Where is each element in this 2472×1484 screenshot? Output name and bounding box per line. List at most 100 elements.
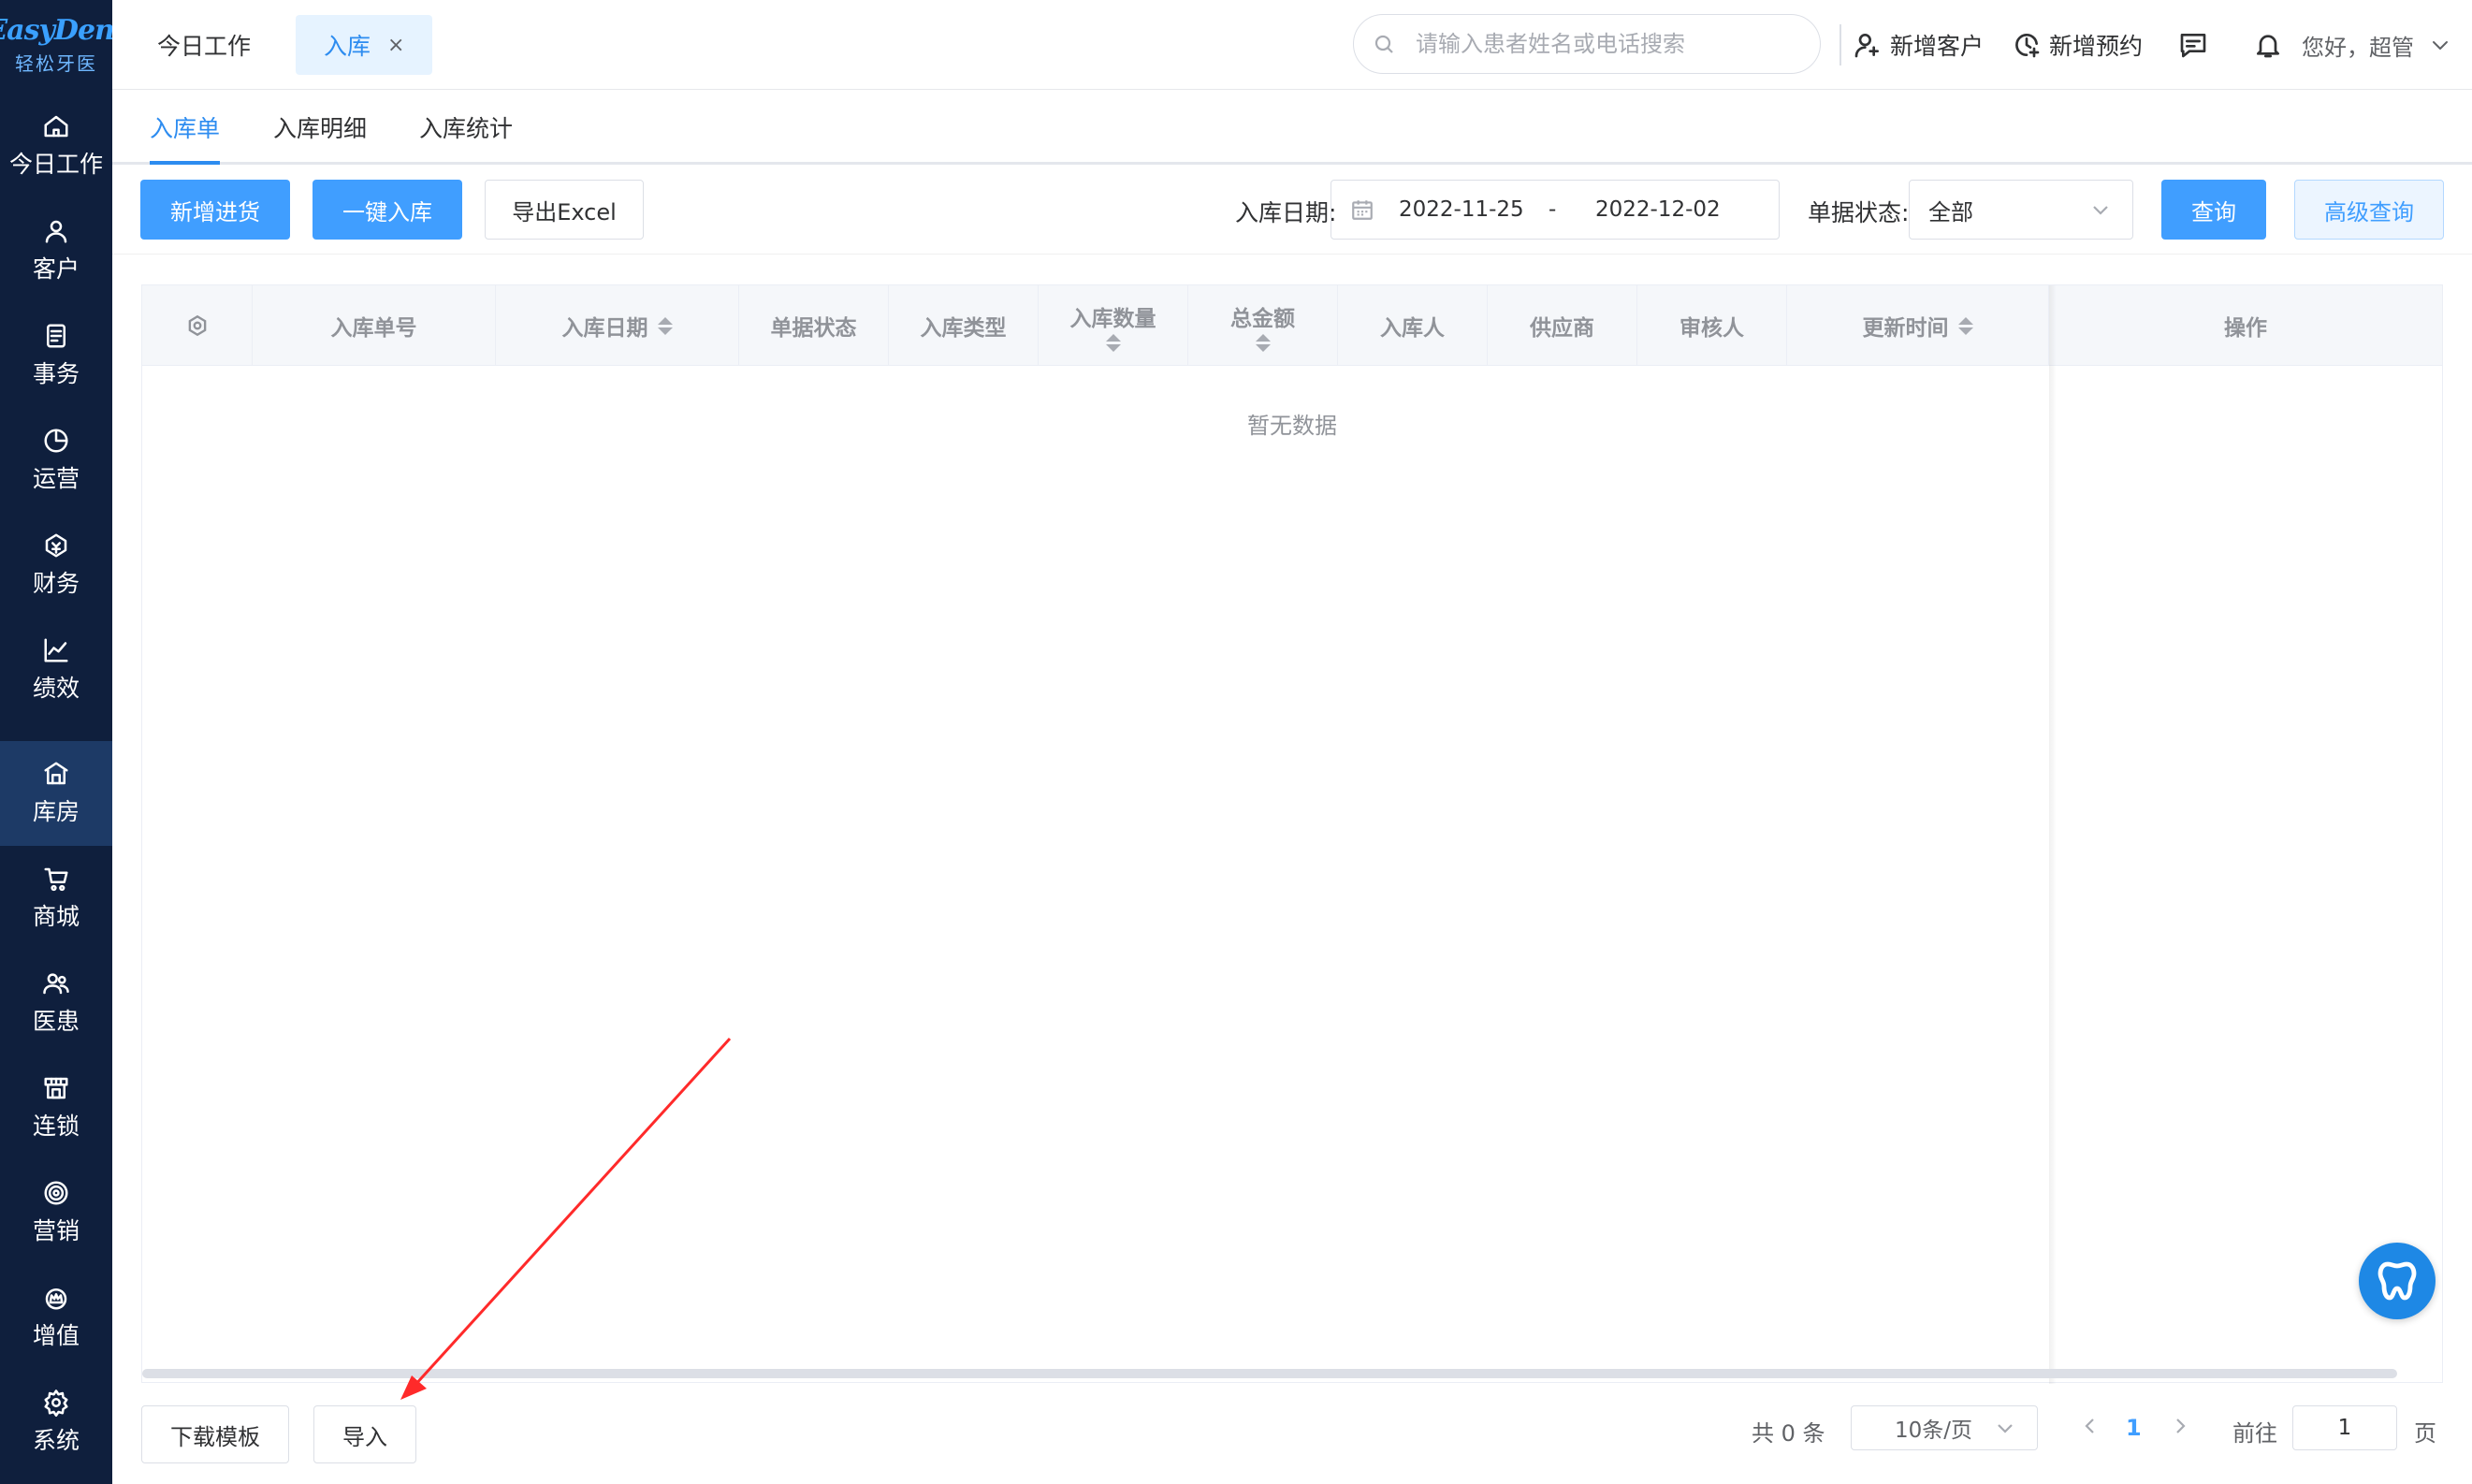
subtab-stock-in-detail[interactable]: 入库明细 bbox=[273, 110, 367, 144]
floating-assistant-button[interactable] bbox=[2359, 1243, 2436, 1319]
people-icon bbox=[43, 973, 69, 995]
notification-button[interactable] bbox=[2253, 22, 2283, 67]
sidebar-item-doctor-patient[interactable]: 医患 bbox=[0, 951, 112, 1055]
home-icon bbox=[44, 115, 68, 138]
sidebar-item-performance[interactable]: 绩效 bbox=[0, 618, 112, 722]
sidebar-item-label: 今日工作 bbox=[8, 151, 103, 178]
search-icon bbox=[1374, 35, 1393, 53]
add-clock-icon bbox=[2015, 34, 2040, 58]
empty-text: 暂无数据 bbox=[1247, 413, 1337, 439]
logo-main: EasyDent bbox=[0, 14, 127, 47]
target-icon bbox=[44, 1181, 68, 1205]
logo-sub: 轻松牙医 bbox=[15, 52, 97, 75]
chevron-down-icon bbox=[1998, 1424, 2013, 1433]
subtab-stock-in-stats[interactable]: 入库统计 bbox=[419, 110, 513, 144]
sidebar-item-label: 财务 bbox=[32, 570, 80, 597]
column-header: 操作 bbox=[2224, 316, 2267, 341]
one-click-stock-in-button[interactable]: 一键入库 bbox=[313, 180, 462, 240]
goto-page-input[interactable] bbox=[2292, 1405, 2397, 1450]
download-template-button[interactable]: 下载模板 bbox=[141, 1405, 289, 1463]
column-header-sortable[interactable]: 更新时间 bbox=[1787, 285, 2049, 366]
sidebar-item-label: 营销 bbox=[32, 1217, 80, 1244]
sidebar-item-chain[interactable]: 连锁 bbox=[0, 1055, 112, 1160]
close-icon[interactable]: × bbox=[387, 34, 404, 57]
sidebar-item-label: 事务 bbox=[32, 360, 80, 387]
sidebar-item-label: 运营 bbox=[32, 465, 80, 492]
date-end[interactable]: 2022-12-02 bbox=[1595, 197, 1721, 222]
import-button[interactable]: 导入 bbox=[313, 1405, 416, 1463]
store-icon bbox=[44, 1077, 68, 1099]
date-range-picker[interactable]: 2022-11-25 - 2022-12-02 bbox=[1331, 180, 1780, 240]
sort-icon[interactable] bbox=[1105, 333, 1121, 352]
sidebar-item-value-added[interactable]: 增值 bbox=[0, 1265, 112, 1370]
table-header: 入库单号 入库日期 单据状态 入库类型 入库数量 总金额 入库人 供应商 审核人… bbox=[142, 285, 2442, 366]
export-excel-button[interactable]: 导出Excel bbox=[485, 180, 644, 240]
advanced-query-button[interactable]: 高级查询 bbox=[2294, 180, 2444, 240]
status-select[interactable]: 全部 bbox=[1909, 180, 2133, 240]
status-label: 单据状态: bbox=[1808, 199, 1910, 226]
column-header: 入库人 bbox=[1338, 285, 1488, 366]
add-customer-button[interactable]: 新增客户 bbox=[1853, 22, 1984, 67]
date-separator: - bbox=[1549, 197, 1557, 222]
add-customer-label: 新增客户 bbox=[1890, 33, 1985, 60]
sort-icon[interactable] bbox=[1957, 316, 1973, 335]
column-header: 审核人 bbox=[1637, 285, 1787, 366]
add-appointment-button[interactable]: 新增预约 bbox=[2012, 22, 2143, 67]
sidebar-item-marketing[interactable]: 营销 bbox=[0, 1160, 112, 1265]
page-size-select[interactable]: 10条/页 bbox=[1851, 1405, 2038, 1450]
user-icon bbox=[45, 220, 67, 243]
sidebar-item-finance[interactable]: 财务 bbox=[0, 513, 112, 618]
pie-chart-icon bbox=[44, 429, 68, 453]
sidebar-item-label: 医患 bbox=[32, 1008, 80, 1035]
top-bar: 今日工作 入库 × 新增客户 新增预约 您好，超管 bbox=[112, 0, 2472, 90]
next-page-icon[interactable] bbox=[2169, 1415, 2191, 1437]
tab-label: 入库 bbox=[324, 33, 371, 60]
sidebar-item-system[interactable]: 系统 bbox=[0, 1370, 112, 1475]
message-button[interactable] bbox=[2178, 22, 2208, 67]
sidebar-item-label: 增值 bbox=[32, 1322, 80, 1349]
bell-icon bbox=[2257, 35, 2279, 58]
horizontal-scrollbar[interactable] bbox=[142, 1369, 2397, 1378]
subtab-stock-in-order[interactable]: 入库单 bbox=[150, 110, 221, 165]
date-label: 入库日期: bbox=[1235, 199, 1337, 226]
goto-label: 前往 bbox=[2232, 1420, 2277, 1447]
patient-search[interactable] bbox=[1353, 14, 1821, 74]
user-greeting: 您好，超管 bbox=[2302, 34, 2414, 61]
sidebar-item-label: 商城 bbox=[32, 903, 80, 930]
column-header-sortable[interactable]: 入库日期 bbox=[496, 285, 739, 366]
settings-icon bbox=[188, 314, 206, 337]
brand-logo[interactable]: EasyDent 轻松牙医 bbox=[0, 0, 127, 90]
sidebar: EasyDent 轻松牙医 今日工作 客户 事务 运营 财务 绩效 库房 商城 … bbox=[0, 0, 127, 1484]
status-value: 全部 bbox=[1928, 198, 1973, 226]
current-page[interactable]: 1 bbox=[2126, 1415, 2142, 1441]
message-icon bbox=[2180, 34, 2206, 58]
column-header: 供应商 bbox=[1488, 285, 1637, 366]
search-input[interactable] bbox=[1416, 31, 1809, 57]
column-header-sortable[interactable]: 入库数量 bbox=[1039, 285, 1188, 366]
sidebar-item-operations[interactable]: 运营 bbox=[0, 408, 112, 513]
column-settings[interactable] bbox=[142, 285, 253, 366]
new-purchase-button[interactable]: 新增进货 bbox=[140, 180, 290, 240]
sidebar-item-label: 客户 bbox=[32, 255, 80, 283]
sort-icon[interactable] bbox=[657, 316, 673, 335]
total-count: 共 0 条 bbox=[1752, 1420, 1825, 1447]
sidebar-item-warehouse[interactable]: 库房 bbox=[0, 741, 112, 846]
sort-icon[interactable] bbox=[1255, 333, 1271, 352]
tab-today-work[interactable]: 今日工作 bbox=[129, 15, 279, 75]
fixed-column-shadow bbox=[2049, 285, 2057, 1384]
sidebar-item-label: 绩效 bbox=[32, 675, 80, 702]
sidebar-item-customer[interactable]: 客户 bbox=[0, 198, 112, 303]
sidebar-item-label: 连锁 bbox=[32, 1113, 80, 1140]
query-button[interactable]: 查询 bbox=[2161, 180, 2266, 240]
column-header-sortable[interactable]: 总金额 bbox=[1188, 285, 1338, 366]
date-start[interactable]: 2022-11-25 bbox=[1399, 197, 1524, 222]
stock-in-table: 入库单号 入库日期 单据状态 入库类型 入库数量 总金额 入库人 供应商 审核人… bbox=[141, 284, 2443, 1384]
tab-stock-in[interactable]: 入库 × bbox=[296, 15, 433, 75]
finance-icon bbox=[45, 533, 67, 558]
line-chart-icon bbox=[44, 638, 68, 662]
sidebar-item-mall[interactable]: 商城 bbox=[0, 846, 112, 951]
prev-page-icon[interactable] bbox=[2079, 1415, 2101, 1437]
sidebar-item-today[interactable]: 今日工作 bbox=[0, 94, 112, 198]
user-menu[interactable]: 您好，超管 bbox=[2302, 22, 2451, 67]
sidebar-item-tasks[interactable]: 事务 bbox=[0, 303, 112, 408]
